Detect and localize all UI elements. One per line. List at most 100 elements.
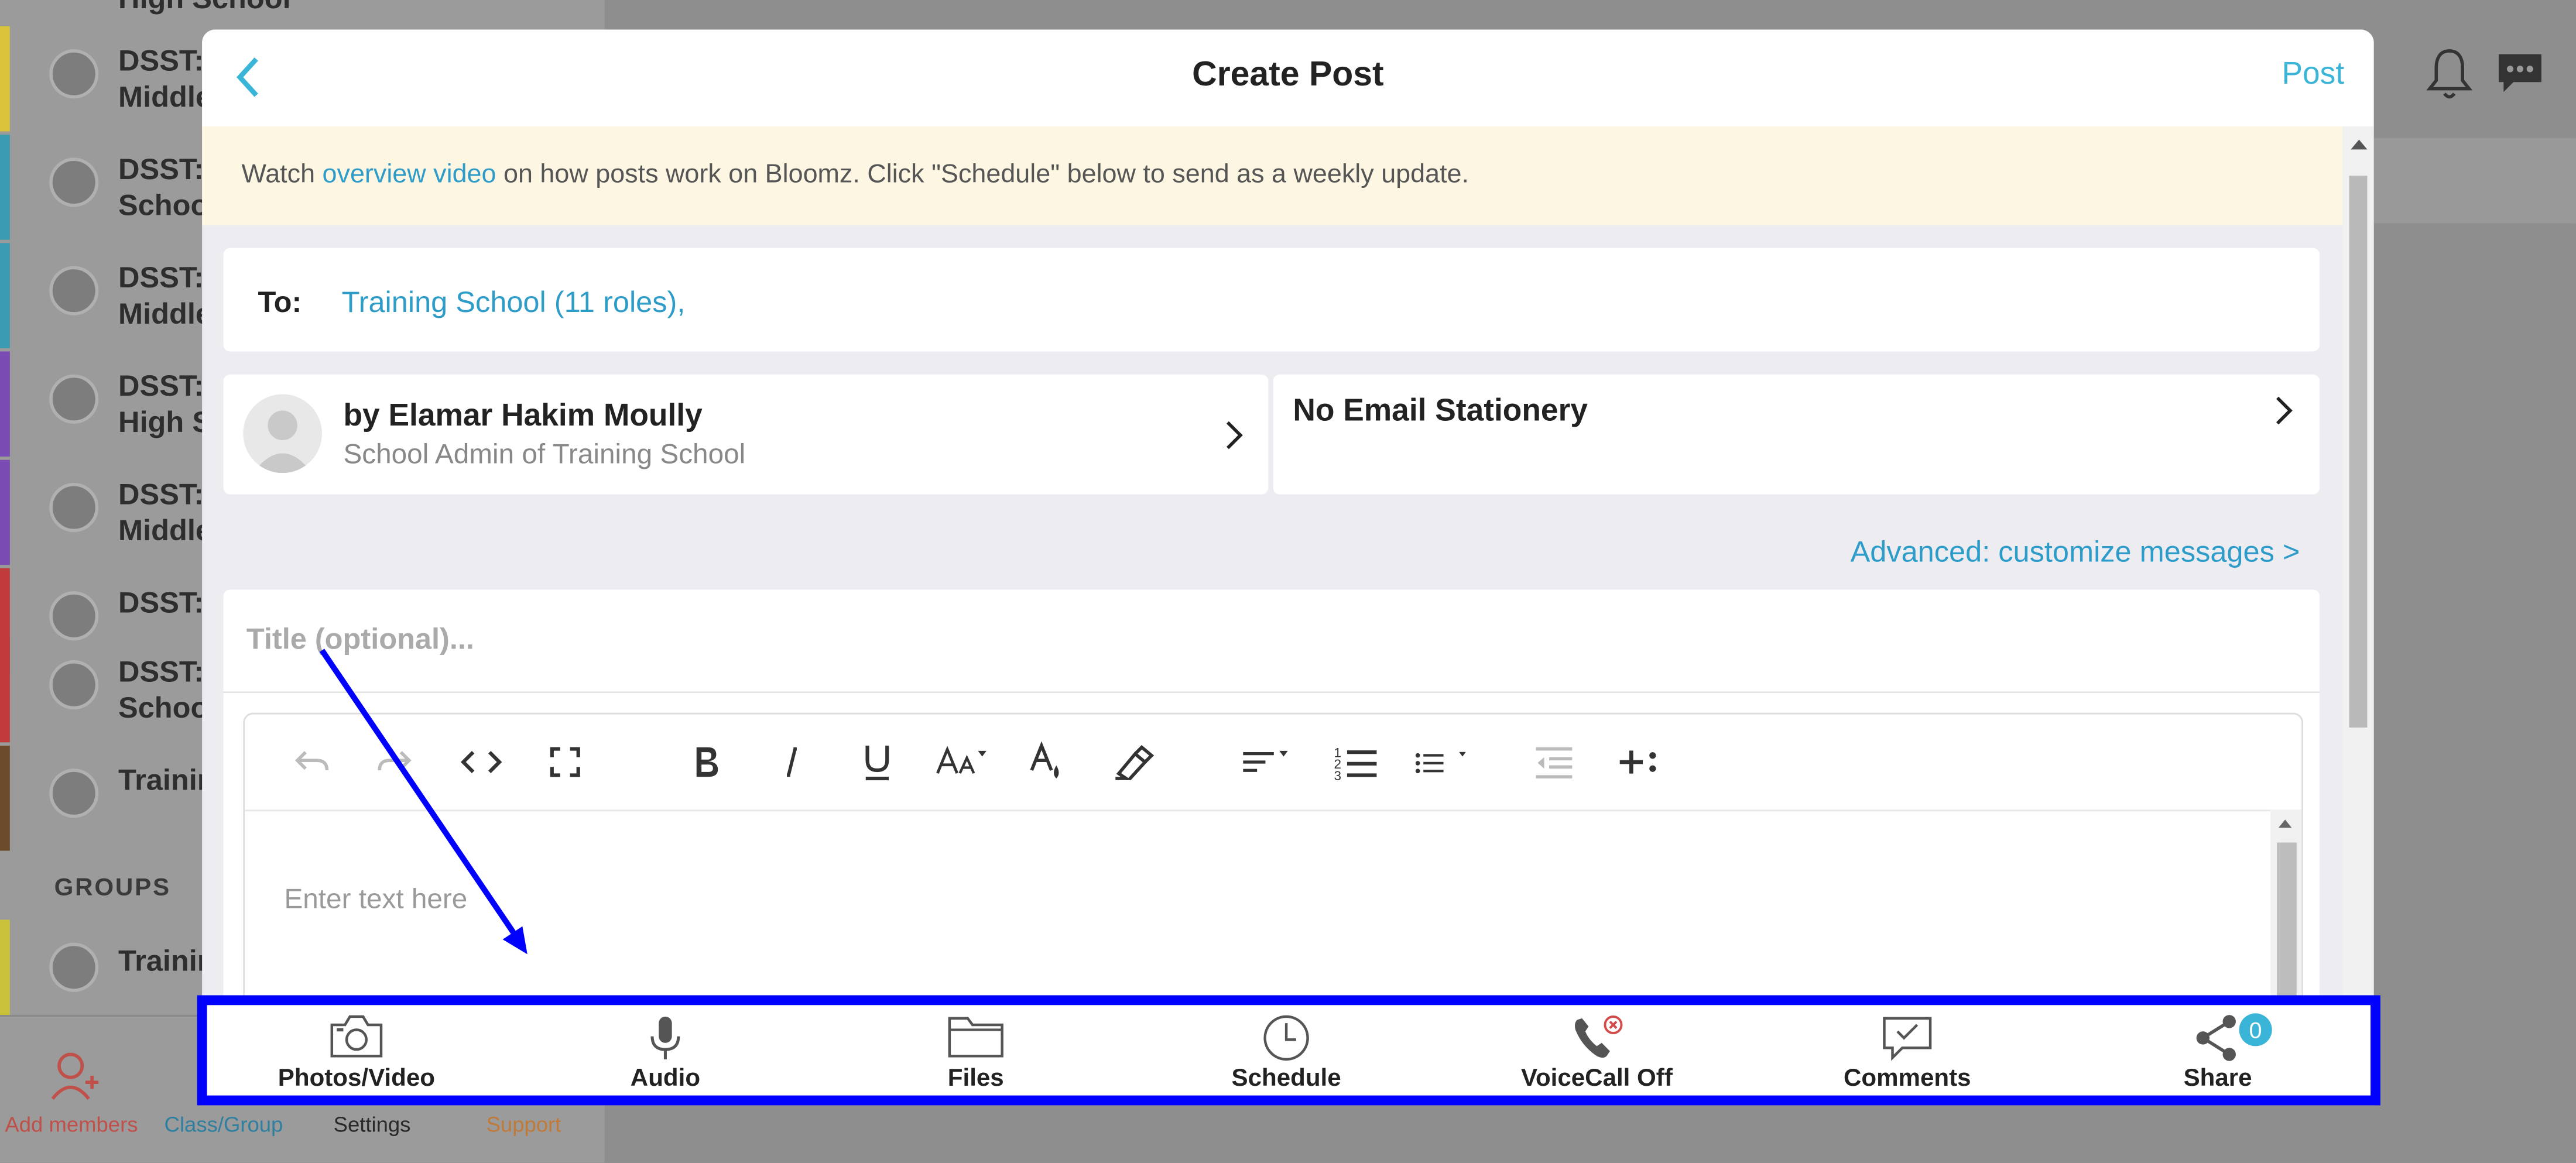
- add-members-icon[interactable]: [49, 1049, 99, 1102]
- phone-off-icon: [1575, 1015, 1623, 1058]
- voicecall-button[interactable]: VoiceCall Off: [1443, 1000, 1752, 1102]
- share-count-badge: 0: [2239, 1013, 2272, 1047]
- editor-toolbar: 123: [245, 715, 2302, 812]
- messages-icon[interactable]: [2494, 49, 2547, 98]
- share-button[interactable]: 0 Share: [2063, 1000, 2372, 1102]
- group-label: Trainin: [118, 944, 215, 977]
- overview-notice: Watch overview video on how posts work o…: [202, 126, 2343, 225]
- svg-text:3: 3: [1334, 769, 1341, 782]
- class-avatar: [49, 769, 99, 818]
- email-stationery-selector[interactable]: No Email Stationery: [1273, 374, 2320, 495]
- microphone-icon: [650, 1016, 680, 1059]
- modal-title: Create Post: [1192, 56, 1384, 94]
- photos-video-button[interactable]: Photos/Video: [202, 1000, 511, 1102]
- modal-scrollbar[interactable]: [2342, 126, 2374, 1106]
- bold-icon[interactable]: [679, 734, 734, 790]
- class-label: DSST: Schoo: [118, 655, 209, 725]
- author-role: School Admin of Training School: [343, 438, 746, 470]
- add-members-link[interactable]: Add members: [5, 1112, 138, 1137]
- recipients-value[interactable]: Training School (11 roles),: [342, 286, 686, 320]
- insert-more-icon[interactable]: [1612, 734, 1667, 790]
- share-label: Share: [2183, 1064, 2252, 1092]
- groups-heading: GROUPS: [54, 873, 171, 902]
- class-label: DSST: Middle: [118, 478, 212, 547]
- editor-body-placeholder: Enter text here: [284, 883, 468, 915]
- camera-icon: [330, 1015, 383, 1058]
- redo-icon[interactable]: [366, 734, 422, 790]
- overview-video-link[interactable]: overview video: [323, 161, 496, 189]
- create-post-modal: Create Post Post Watch overview video on…: [202, 29, 2374, 1106]
- files-button[interactable]: Files: [821, 1000, 1131, 1102]
- author-selector[interactable]: by Elamar Hakim Moully School Admin of T…: [223, 374, 1269, 495]
- notice-suffix: on how posts work on Bloomz. Click "Sche…: [496, 160, 1469, 189]
- scroll-thumb[interactable]: [2349, 176, 2368, 728]
- share-icon: [2196, 1015, 2236, 1061]
- title-input[interactable]: [243, 606, 2304, 672]
- class-avatar: [49, 660, 99, 710]
- files-label: Files: [947, 1064, 1004, 1092]
- class-color-bar: [0, 26, 10, 132]
- class-avatar: [49, 157, 99, 207]
- ordered-list-icon[interactable]: 123: [1329, 734, 1385, 790]
- fullscreen-icon[interactable]: [537, 734, 593, 790]
- unordered-list-icon[interactable]: [1414, 734, 1470, 790]
- schedule-label: Schedule: [1231, 1064, 1341, 1092]
- scroll-up-arrow-icon[interactable]: [2351, 139, 2368, 150]
- chevron-right-icon: [2265, 396, 2293, 425]
- post-editor: 123 Enter text here: [223, 589, 2320, 1078]
- sidebar-partial-item: High School: [118, 0, 291, 16]
- align-icon[interactable]: [1241, 734, 1296, 790]
- clock-icon: [1263, 1015, 1309, 1061]
- audio-label: Audio: [630, 1064, 701, 1092]
- class-color-bar: [0, 459, 10, 565]
- settings-link[interactable]: Settings: [334, 1112, 411, 1137]
- author-avatar: [243, 394, 322, 474]
- outdent-icon[interactable]: [1526, 734, 1582, 790]
- class-label: DSST: Middle: [118, 44, 212, 114]
- to-label: To:: [258, 286, 302, 319]
- text-color-icon[interactable]: [1020, 734, 1076, 790]
- author-name: by Elamar Hakim Moully: [343, 399, 703, 434]
- schedule-button[interactable]: Schedule: [1132, 1000, 1441, 1102]
- comment-icon: [1883, 1017, 1932, 1061]
- class-label: Trainin: [118, 763, 215, 797]
- attachment-bar: Photos/Video Audio Files Schedule VoiceC…: [202, 1000, 2374, 1102]
- comments-button[interactable]: Comments: [1753, 1000, 2062, 1102]
- highlight-icon[interactable]: [1105, 734, 1161, 790]
- post-button[interactable]: Post: [2282, 57, 2344, 94]
- notification-bell-icon[interactable]: [2425, 46, 2474, 102]
- stationery-label: No Email Stationery: [1293, 394, 1588, 429]
- title-divider: [223, 691, 2320, 694]
- class-label: DSST: High S: [118, 369, 212, 439]
- class-group-link[interactable]: Class/Group: [165, 1112, 283, 1137]
- chevron-right-icon: [1215, 421, 1243, 450]
- class-label: DSST:: [118, 586, 204, 619]
- folder-icon: [948, 1017, 1003, 1058]
- group-avatar: [49, 942, 99, 992]
- class-avatar: [49, 266, 99, 315]
- group-color-bar: [0, 920, 10, 1025]
- comments-label: Comments: [1843, 1064, 1971, 1092]
- class-label: DSST: Middle: [118, 261, 212, 331]
- class-avatar: [49, 374, 99, 424]
- class-avatar: [49, 591, 99, 641]
- class-avatar: [49, 482, 99, 533]
- editor-scroll-up-icon[interactable]: [2278, 819, 2292, 828]
- code-view-icon[interactable]: [453, 734, 509, 790]
- font-size-icon[interactable]: [935, 734, 991, 790]
- audio-button[interactable]: Audio: [511, 1000, 820, 1102]
- recipients-field[interactable]: To: Training School (11 roles),: [223, 248, 2320, 352]
- support-link[interactable]: Support: [487, 1112, 561, 1137]
- underline-icon[interactable]: [849, 734, 905, 790]
- class-color-bar: [0, 351, 10, 457]
- advanced-customize-link[interactable]: Advanced: customize messages >: [1851, 536, 2300, 570]
- user-silhouette-icon: [253, 410, 313, 474]
- italic-icon[interactable]: [764, 734, 820, 790]
- notice-prefix: Watch: [241, 160, 323, 189]
- modal-header: Create Post Post: [202, 29, 2374, 128]
- background-band: [2373, 138, 2576, 224]
- class-avatar: [49, 49, 99, 99]
- class-color-bar: [0, 745, 10, 851]
- undo-icon[interactable]: [284, 734, 340, 790]
- voicecall-label: VoiceCall Off: [1521, 1064, 1673, 1092]
